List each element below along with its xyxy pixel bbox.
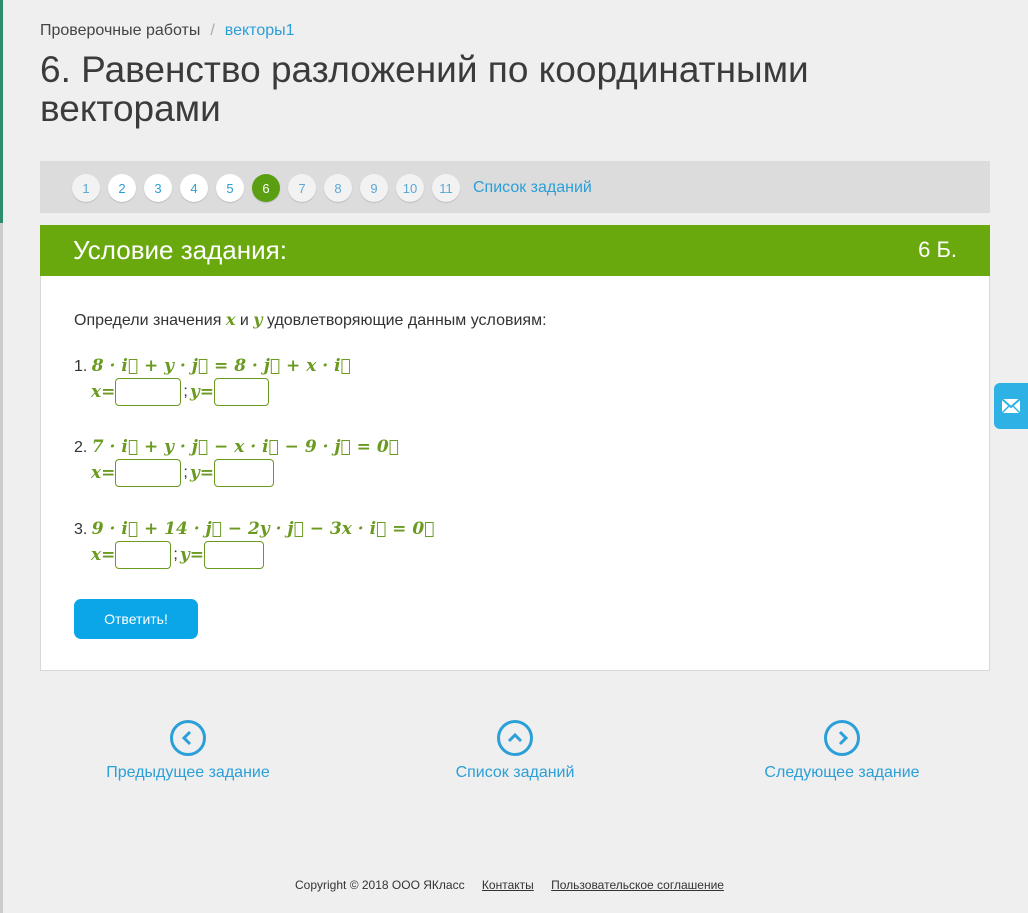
task-body: Определи значения x и y удовлетворяющие … <box>40 276 990 671</box>
intro-text-before: Определи значения <box>74 312 222 329</box>
pager-item-11[interactable]: 11 <box>432 174 460 202</box>
separator: ; <box>173 546 178 563</box>
envelope-icon <box>1001 398 1021 414</box>
task-list-link[interactable]: Список заданий <box>415 720 615 782</box>
intro-var-y: y <box>253 310 263 329</box>
task-header-title: Условие задания: <box>73 235 287 265</box>
equation-1: 1. 8 · i⃗ + y · j⃗ = 8 · j⃗ + x · i⃗ <box>74 356 351 376</box>
separator: ; <box>183 464 188 481</box>
x-label: x= <box>91 545 116 565</box>
page-title: 6. Равенство разложений по координатными… <box>40 49 809 129</box>
pager-item-3[interactable]: 3 <box>144 174 172 202</box>
y-label: y= <box>179 545 204 565</box>
pager-item-4[interactable]: 4 <box>180 174 208 202</box>
x-label: x= <box>91 382 116 402</box>
equation-2: 2. 7 · i⃗ + y · j⃗ − x · i⃗ − 9 · j⃗ = 0… <box>74 437 399 457</box>
chevron-right-icon[interactable] <box>824 720 860 756</box>
task-header: Условие задания: 6 Б. <box>40 225 990 276</box>
pager-item-7[interactable]: 7 <box>288 174 316 202</box>
equation-number: 3. <box>74 521 88 538</box>
feedback-mail-button[interactable] <box>994 383 1028 429</box>
pager-item-5[interactable]: 5 <box>216 174 244 202</box>
footer: Copyright © 2018 ООО ЯКласс Контакты Пол… <box>295 878 724 892</box>
answer-3-x-input[interactable] <box>115 541 172 569</box>
y-label: y= <box>189 463 214 483</box>
footer-agreement-link[interactable]: Пользовательское соглашение <box>551 878 724 892</box>
next-task-label[interactable]: Следующее задание <box>742 764 942 782</box>
equation-expression: 8 · i⃗ + y · j⃗ = 8 · j⃗ + x · i⃗ <box>91 356 351 376</box>
breadcrumb-parent[interactable]: Проверочные работы <box>40 22 200 39</box>
y-label: y= <box>189 382 214 402</box>
answer-row-3: x= ; y= <box>91 541 264 569</box>
footer-contacts-link[interactable]: Контакты <box>482 878 534 892</box>
pager-item-8[interactable]: 8 <box>324 174 352 202</box>
equation-3: 3. 9 · i⃗ + 14 · j⃗ − 2y · j⃗ − 3x · i⃗ … <box>74 519 434 539</box>
task-points: 6 Б. <box>918 237 957 262</box>
intro-text-after: удовлетворяющие данным условиям: <box>266 312 547 329</box>
prev-task-label[interactable]: Предыдущее задание <box>88 764 288 782</box>
pager-item-2[interactable]: 2 <box>108 174 136 202</box>
pager-item-9[interactable]: 9 <box>360 174 388 202</box>
answer-row-1: x= ; y= <box>91 378 269 406</box>
breadcrumb-current[interactable]: векторы1 <box>225 22 295 39</box>
intro-text-and: и <box>239 312 249 329</box>
answer-2-y-input[interactable] <box>213 459 274 487</box>
task-pager-numbers: 1 2 3 4 5 6 7 8 9 10 11 Список заданий <box>72 174 592 202</box>
prev-task-link[interactable]: Предыдущее задание <box>88 720 288 782</box>
task-intro: Определи значения x и y удовлетворяющие … <box>74 310 547 330</box>
pager-item-6-active[interactable]: 6 <box>252 174 280 202</box>
task-list-label[interactable]: Список заданий <box>415 764 615 782</box>
equation-expression: 9 · i⃗ + 14 · j⃗ − 2y · j⃗ − 3x · i⃗ = 0… <box>91 519 435 539</box>
equation-number: 1. <box>74 358 88 375</box>
answer-2-x-input[interactable] <box>115 459 182 487</box>
chevron-up-icon[interactable] <box>497 720 533 756</box>
pager-item-10[interactable]: 10 <box>396 174 424 202</box>
left-border <box>0 223 3 913</box>
task-pager: 1 2 3 4 5 6 7 8 9 10 11 Список заданий <box>40 161 990 213</box>
equation-expression: 7 · i⃗ + y · j⃗ − x · i⃗ − 9 · j⃗ = 0⃗ <box>91 437 399 457</box>
separator: ; <box>183 383 188 400</box>
answer-1-x-input[interactable] <box>115 378 182 406</box>
intro-var-x: x <box>225 310 236 329</box>
chevron-left-icon[interactable] <box>170 720 206 756</box>
footer-copyright: Copyright © 2018 ООО ЯКласс <box>295 878 465 892</box>
answer-3-y-input[interactable] <box>203 541 264 569</box>
submit-answer-button[interactable]: Ответить! <box>74 599 198 639</box>
answer-row-2: x= ; y= <box>91 459 274 487</box>
breadcrumb: Проверочные работы / векторы1 <box>40 22 295 40</box>
left-accent-border <box>0 0 3 223</box>
pager-item-1[interactable]: 1 <box>72 174 100 202</box>
answer-1-y-input[interactable] <box>213 378 269 406</box>
pager-task-list-link[interactable]: Список заданий <box>473 179 592 197</box>
equation-number: 2. <box>74 439 88 456</box>
breadcrumb-separator: / <box>210 22 215 39</box>
next-task-link[interactable]: Следующее задание <box>742 720 942 782</box>
x-label: x= <box>91 463 116 483</box>
